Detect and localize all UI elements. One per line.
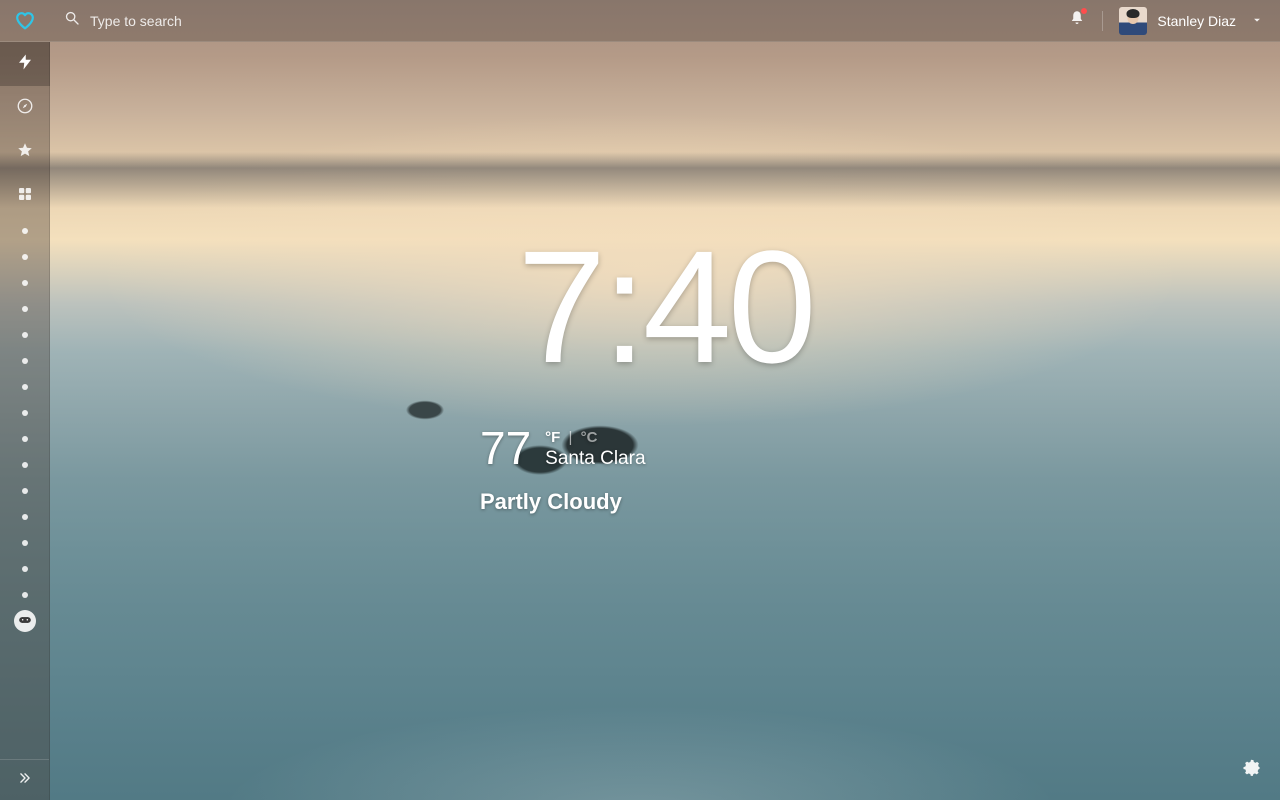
dot-icon — [22, 254, 28, 260]
bolt-icon — [16, 53, 34, 76]
user-menu[interactable]: Stanley Diaz — [1119, 7, 1262, 35]
dot-icon — [22, 228, 28, 234]
sidebar-dot-item[interactable] — [0, 452, 50, 478]
sidebar-dot-item[interactable] — [0, 348, 50, 374]
weather-widget: 77 °F | °C Santa Clara Partly Cloudy — [480, 425, 646, 515]
sidebar-item-grid[interactable] — [0, 174, 50, 218]
sidebar-dot-item[interactable] — [0, 530, 50, 556]
bell-icon — [1068, 14, 1086, 31]
sidebar-app-chip-inner — [14, 610, 36, 632]
dot-icon — [22, 436, 28, 442]
main-content: 7:40 77 °F | °C Santa Clara Partly Cloud… — [50, 42, 1280, 800]
dot-icon — [22, 488, 28, 494]
weather-unit-sep: | — [565, 429, 577, 446]
avatar — [1119, 7, 1147, 35]
dot-icon — [22, 384, 28, 390]
app-logo[interactable] — [0, 0, 50, 42]
gear-icon — [1240, 766, 1262, 783]
dot-icon — [22, 306, 28, 312]
sidebar-dot-item[interactable] — [0, 556, 50, 582]
topbar-right: Stanley Diaz — [1068, 7, 1280, 35]
settings-button[interactable] — [1240, 757, 1262, 784]
sidebar-item-compass[interactable] — [0, 86, 50, 130]
dot-icon — [22, 410, 28, 416]
search-area — [50, 10, 1068, 31]
sidebar-dot-item[interactable] — [0, 270, 50, 296]
notification-indicator-dot — [1081, 8, 1087, 14]
top-bar: Stanley Diaz — [0, 0, 1280, 42]
sidebar-dot-item[interactable] — [0, 218, 50, 244]
compass-icon — [16, 97, 34, 120]
search-input[interactable] — [90, 13, 490, 29]
user-name-label: Stanley Diaz — [1157, 13, 1236, 29]
dot-icon — [22, 332, 28, 338]
grid-icon — [16, 185, 34, 208]
sidebar-dot-item[interactable] — [0, 322, 50, 348]
dot-icon — [22, 280, 28, 286]
chevron-double-right-icon — [18, 771, 32, 790]
dot-icon — [22, 540, 28, 546]
sidebar-dot-item[interactable] — [0, 400, 50, 426]
dot-icon — [22, 514, 28, 520]
dot-icon — [22, 462, 28, 468]
sidebar — [0, 42, 50, 800]
sidebar-app-dots — [0, 218, 50, 608]
clock-display: 7:40 — [517, 227, 812, 387]
weather-unit-toggle: °F | °C — [545, 429, 645, 446]
dot-icon — [22, 358, 28, 364]
dot-icon — [22, 566, 28, 572]
sidebar-dot-item[interactable] — [0, 244, 50, 270]
star-icon — [16, 141, 34, 164]
weather-condition: Partly Cloudy — [480, 489, 646, 515]
sidebar-dot-item[interactable] — [0, 504, 50, 530]
heart-logo-icon — [14, 10, 36, 32]
topbar-separator — [1102, 11, 1103, 31]
sidebar-bottom — [0, 759, 49, 800]
mask-icon — [18, 612, 32, 630]
sidebar-dot-item[interactable] — [0, 374, 50, 400]
weather-row-temp: 77 °F | °C Santa Clara — [480, 425, 646, 471]
notifications-button[interactable] — [1068, 9, 1086, 32]
dot-icon — [22, 592, 28, 598]
chevron-down-icon — [1252, 12, 1262, 30]
sidebar-item-bolt[interactable] — [0, 42, 50, 86]
weather-unit-and-location: °F | °C Santa Clara — [545, 425, 645, 470]
sidebar-dot-item[interactable] — [0, 478, 50, 504]
weather-unit-f[interactable]: °F — [545, 429, 560, 446]
weather-location: Santa Clara — [545, 448, 645, 470]
sidebar-expand-button[interactable] — [0, 760, 50, 800]
sidebar-dot-item[interactable] — [0, 582, 50, 608]
search-icon — [64, 10, 80, 31]
sidebar-dot-item[interactable] — [0, 296, 50, 322]
sidebar-dot-item[interactable] — [0, 426, 50, 452]
weather-temperature: 77 — [480, 425, 531, 471]
sidebar-item-star[interactable] — [0, 130, 50, 174]
sidebar-app-chip[interactable] — [0, 608, 50, 634]
weather-unit-c[interactable]: °C — [581, 429, 598, 446]
